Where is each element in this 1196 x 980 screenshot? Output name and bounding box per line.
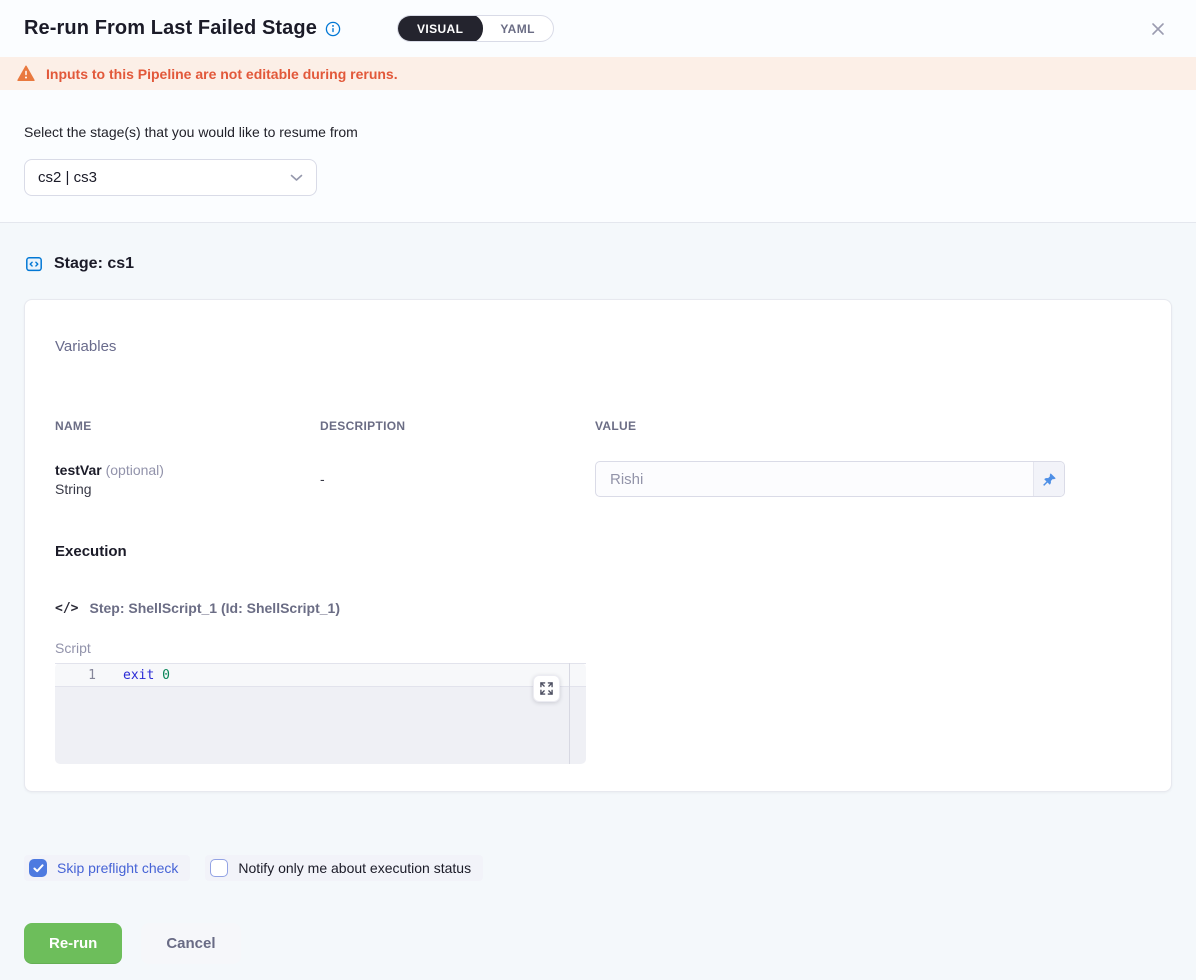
variables-table: NAME DESCRIPTION VALUE testVar (optional… — [55, 419, 1141, 497]
stage-icon — [24, 254, 44, 274]
run-options: Skip preflight check Notify only me abou… — [24, 855, 1172, 881]
variables-section-title: Variables — [55, 338, 1141, 355]
variables-table-header: NAME DESCRIPTION VALUE — [55, 419, 1141, 433]
pin-button[interactable] — [1033, 462, 1064, 496]
expand-editor-button[interactable] — [533, 675, 560, 702]
column-header-name: NAME — [55, 419, 320, 433]
variable-description: - — [320, 471, 595, 487]
info-icon[interactable] — [325, 21, 341, 37]
notify-only-me-checkbox[interactable] — [210, 859, 228, 877]
line-number: 1 — [55, 668, 96, 683]
skip-preflight-label: Skip preflight check — [57, 860, 178, 876]
stage-header: Stage: cs1 — [24, 254, 1172, 274]
stage-select-value: cs2 | cs3 — [38, 169, 97, 186]
rerun-button[interactable]: Re-run — [24, 923, 122, 964]
close-icon[interactable] — [1146, 17, 1170, 41]
variable-name: testVar — [55, 462, 102, 478]
visual-yaml-toggle: VISUAL YAML — [397, 15, 554, 42]
variable-optional-flag: (optional) — [106, 462, 164, 478]
notify-only-me-label: Notify only me about execution status — [238, 860, 471, 876]
step-title: Step: ShellScript_1 (Id: ShellScript_1) — [89, 600, 340, 616]
tab-visual[interactable]: VISUAL — [397, 15, 483, 42]
code-number: 0 — [162, 668, 170, 683]
tab-yaml[interactable]: YAML — [482, 15, 553, 42]
stage-select-section: Select the stage(s) that you would like … — [0, 90, 1196, 223]
warning-banner: Inputs to this Pipeline are not editable… — [0, 57, 1196, 90]
column-header-description: DESCRIPTION — [320, 419, 595, 433]
variable-value-field — [595, 461, 1065, 497]
notify-only-me-option[interactable]: Notify only me about execution status — [205, 855, 483, 881]
stage-select-dropdown[interactable]: cs2 | cs3 — [24, 159, 317, 196]
skip-preflight-checkbox[interactable] — [29, 859, 47, 877]
execution-section-title: Execution — [55, 543, 1141, 560]
page-title: Re-run From Last Failed Stage — [24, 17, 317, 40]
code-line: 1 exit 0 — [55, 663, 586, 687]
dialog-actions: Re-run Cancel — [24, 923, 1172, 964]
stage-title: Stage: cs1 — [54, 255, 134, 273]
chevron-down-icon — [290, 174, 303, 182]
variable-name-cell: testVar (optional) String — [55, 462, 320, 497]
step-header: </> Step: ShellScript_1 (Id: ShellScript… — [55, 600, 1141, 616]
dialog-header: Re-run From Last Failed Stage VISUAL YAM… — [0, 0, 1196, 57]
script-code-editor[interactable]: 1 exit 0 — [55, 663, 586, 764]
code-keyword: exit — [123, 668, 154, 683]
stage-select-label: Select the stage(s) that you would like … — [24, 124, 1172, 140]
warning-icon — [17, 65, 35, 82]
code-text: exit 0 — [123, 668, 170, 683]
script-label: Script — [55, 640, 1141, 656]
editor-scrollbar-divider — [569, 663, 570, 764]
column-header-value: VALUE — [595, 419, 1141, 433]
code-step-icon: </> — [55, 601, 78, 616]
table-row: testVar (optional) String - — [55, 461, 1141, 497]
skip-preflight-option[interactable]: Skip preflight check — [24, 855, 190, 881]
dialog-top-area: Re-run From Last Failed Stage VISUAL YAM… — [0, 0, 1196, 223]
variable-value-cell — [595, 461, 1141, 497]
cancel-button[interactable]: Cancel — [141, 923, 240, 964]
dialog-body: Stage: cs1 Variables NAME DESCRIPTION VA… — [0, 223, 1196, 964]
stage-inputs-card: Variables NAME DESCRIPTION VALUE testVar… — [24, 299, 1172, 792]
variable-value-input[interactable] — [596, 462, 1033, 496]
variable-type: String — [55, 481, 320, 497]
warning-text: Inputs to this Pipeline are not editable… — [46, 66, 398, 82]
